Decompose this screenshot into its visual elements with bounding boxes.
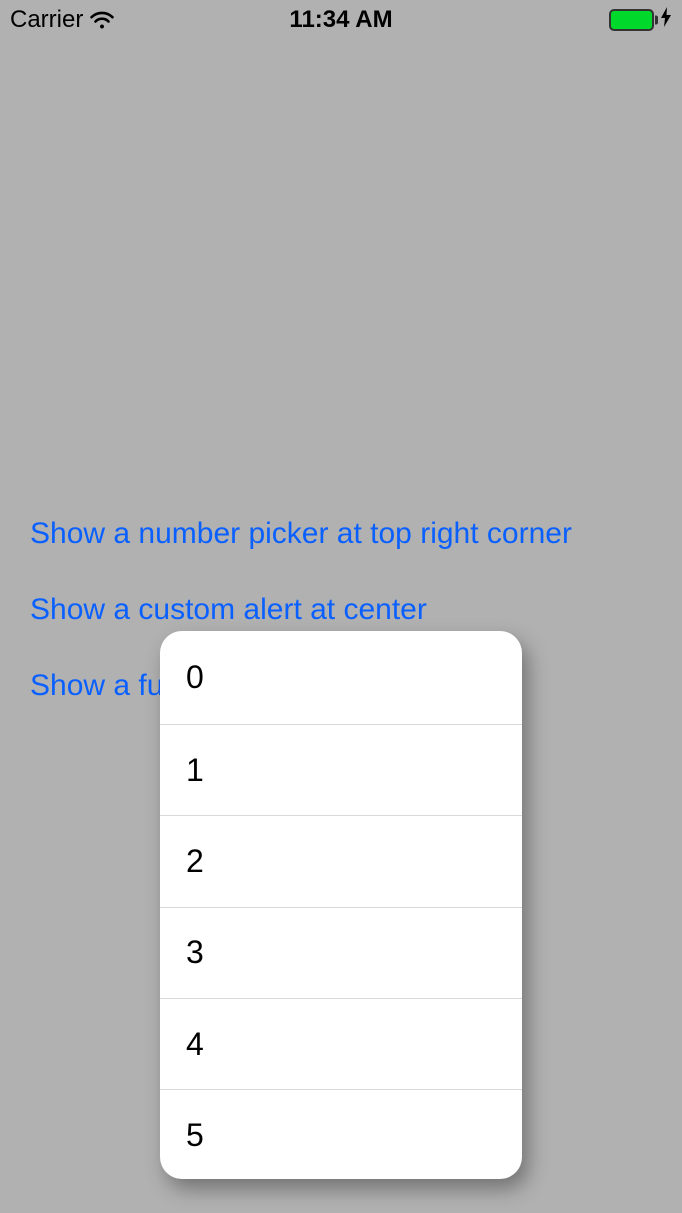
charging-icon <box>660 7 672 33</box>
picker-item-label: 1 <box>186 752 204 789</box>
carrier-label: Carrier <box>10 6 83 34</box>
picker-item-label: 0 <box>186 659 204 696</box>
picker-item-4[interactable]: 4 <box>160 999 522 1090</box>
picker-item-label: 4 <box>186 1026 204 1063</box>
status-right <box>609 7 672 33</box>
picker-item-5[interactable]: 5 <box>160 1090 522 1179</box>
picker-item-1[interactable]: 1 <box>160 725 522 816</box>
picker-item-0[interactable]: 0 <box>160 631 522 725</box>
status-left: Carrier <box>10 6 115 34</box>
number-picker-popup[interactable]: 0 1 2 3 4 5 <box>160 631 522 1179</box>
picker-item-3[interactable]: 3 <box>160 908 522 999</box>
picker-item-label: 5 <box>186 1117 204 1154</box>
show-custom-alert-button[interactable]: Show a custom alert at center <box>30 593 572 627</box>
picker-item-label: 2 <box>186 843 204 880</box>
status-time: 11:34 AM <box>289 6 392 34</box>
picker-item-label: 3 <box>186 934 204 971</box>
show-number-picker-button[interactable]: Show a number picker at top right corner <box>30 517 572 551</box>
status-bar: Carrier 11:34 AM <box>0 0 682 40</box>
wifi-icon <box>89 10 115 30</box>
battery-icon <box>609 9 654 31</box>
picker-item-2[interactable]: 2 <box>160 816 522 907</box>
